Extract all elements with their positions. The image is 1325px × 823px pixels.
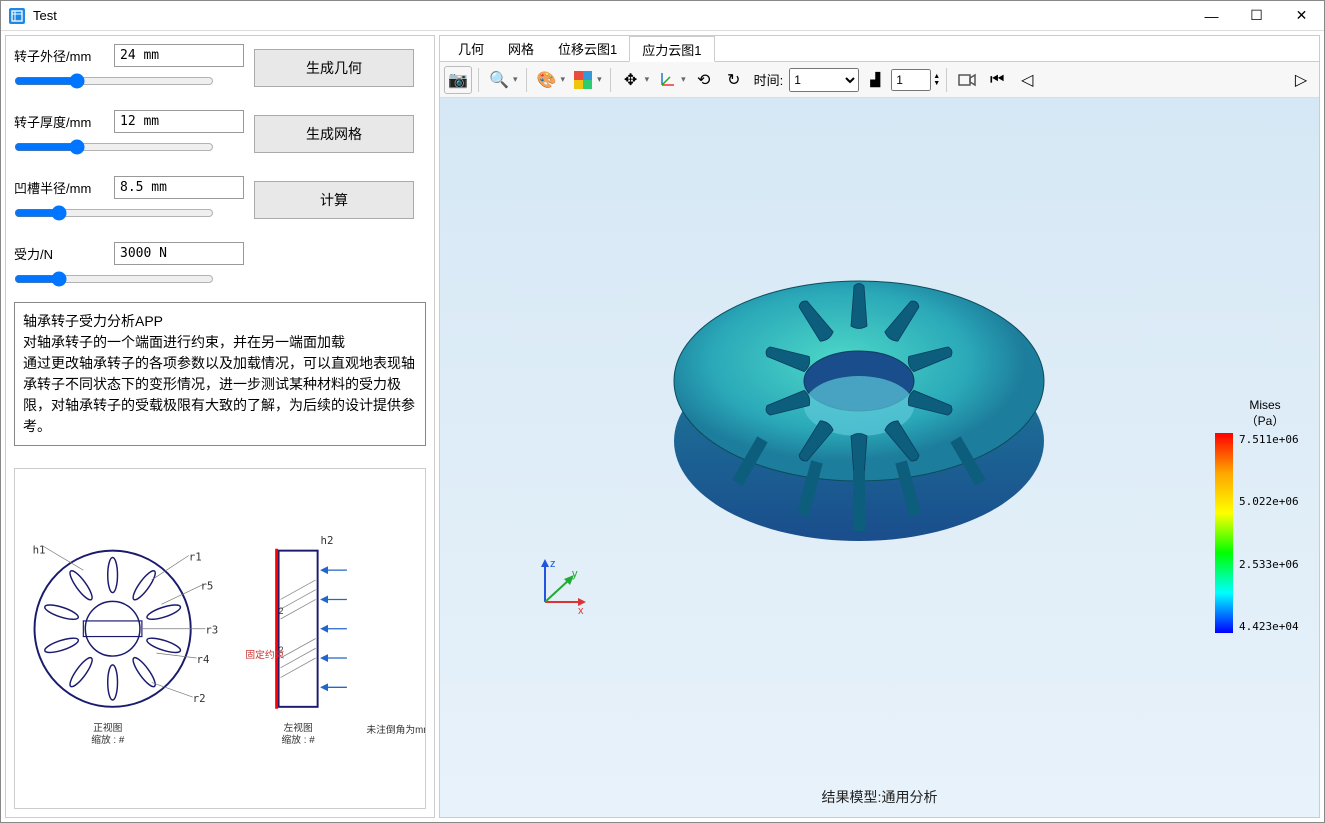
step-spinner[interactable]: ▲▼ [933,73,940,87]
rotate-icon[interactable]: ↻ [720,66,748,94]
axes-dropdown-icon[interactable]: ▾ [679,72,688,87]
svg-text:h2: h2 [321,534,334,547]
params-panel: 转子外径/mm 生成几何 转子厚度/mm 生成网格 凹槽半径/mm 计算 受力/… [5,35,435,818]
svg-text:z: z [550,558,556,570]
svg-text:y: y [572,568,578,580]
move-dropdown-icon[interactable]: ▾ [643,72,652,87]
axes-icon[interactable] [653,66,681,94]
svg-text:h1: h1 [33,544,46,557]
skip-start-icon[interactable]: ⏮ [983,66,1011,94]
legend-tick: 2.533e+06 [1239,558,1299,571]
result-panel: 几何 网格 位移云图1 应力云图1 📷 🔍▾ 🎨▾ ▾ ✥▾ ▾ ⟲ [439,35,1320,818]
legend-colorbar: 7.511e+06 5.022e+06 2.533e+06 4.423e+04 [1215,433,1233,633]
force-slider[interactable] [14,271,214,287]
force-input[interactable] [114,242,244,265]
groove-input[interactable] [114,176,244,199]
tab-displacement[interactable]: 位移云图1 [546,36,629,61]
svg-text:正视图: 正视图 [93,721,122,734]
close-button[interactable]: ✕ [1279,1,1324,31]
step-input[interactable] [891,69,931,91]
svg-text:左视图: 左视图 [283,721,312,734]
description-text: 轴承转子受力分析APP 对轴承转子的一个端面进行约束，并在另一端面加载 通过更改… [14,302,426,446]
rotor-model [649,206,1069,626]
titlebar: Test — ☐ ✕ [1,1,1324,31]
palette-dropdown-icon[interactable]: ▾ [559,72,568,87]
thickness-slider[interactable] [14,139,214,155]
tab-geometry[interactable]: 几何 [446,36,496,61]
svg-text:未注倒角为mm: 未注倒角为mm [366,723,425,736]
groove-label: 凹槽半径/mm [14,178,104,197]
calculate-button[interactable]: 计算 [254,181,414,219]
legend-title: Mises [1215,398,1315,412]
app-window: Test — ☐ ✕ 转子外径/mm 生成几何 转子厚度/mm 生成网格 凹槽半… [0,0,1325,823]
time-label: 时间: [754,70,784,89]
thickness-label: 转子厚度/mm [14,112,104,131]
app-icon [9,8,25,24]
thickness-input[interactable] [114,110,244,133]
tab-stress[interactable]: 应力云图1 [629,36,714,62]
legend-unit: （Pa） [1215,412,1315,429]
legend-tick: 7.511e+06 [1239,433,1299,446]
result-model-label: 结果模型:通用分析 [822,787,938,807]
legend-tick: 4.423e+04 [1239,620,1299,633]
camera-icon[interactable]: 📷 [444,66,472,94]
reset-view-icon[interactable]: ⟲ [690,66,718,94]
svg-text:缩放 : #: 缩放 : # [282,733,316,746]
svg-text:缩放 : #: 缩放 : # [91,733,125,746]
groove-slider[interactable] [14,205,214,221]
palette-icon[interactable]: 🎨 [533,66,561,94]
svg-text:2: 2 [279,606,284,616]
video-icon[interactable] [953,66,981,94]
outer-radius-label: 转子外径/mm [14,46,104,65]
generate-mesh-button[interactable]: 生成网格 [254,115,414,153]
svg-text:r2: r2 [193,692,206,705]
tab-mesh[interactable]: 网格 [496,36,546,61]
viewport-toolbar: 📷 🔍▾ 🎨▾ ▾ ✥▾ ▾ ⟲ ↻ 时间: 1 ▟ [440,62,1319,98]
outer-radius-slider[interactable] [14,73,214,89]
result-tabs: 几何 网格 位移云图1 应力云图1 [440,36,1319,62]
minimize-button[interactable]: — [1189,1,1234,31]
force-label: 受力/N [14,244,104,263]
more-icon[interactable]: ▷ [1287,66,1315,94]
svg-text:r4: r4 [197,653,210,666]
axes-indicator: z x y [530,557,590,617]
window-title: Test [33,8,1189,23]
legend-tick: 5.022e+06 [1239,495,1299,508]
zoom-dropdown-icon[interactable]: ▾ [511,72,520,87]
schematic-diagram: h1 r1 r5 r3 r4 r2 h2 [14,468,426,809]
end-icon[interactable]: ▟ [861,66,889,94]
svg-text:r3: r3 [205,624,218,637]
maximize-button[interactable]: ☐ [1234,1,1279,31]
zoom-icon[interactable]: 🔍 [485,66,513,94]
svg-text:r5: r5 [200,580,213,593]
svg-text:x: x [578,605,584,617]
outer-radius-input[interactable] [114,44,244,67]
color-legend: Mises （Pa） 7.511e+06 5.022e+06 2.533e+06… [1215,398,1315,637]
svg-text:固定约束: 固定约束 [245,648,284,661]
step-back-icon[interactable]: ◁ [1013,66,1041,94]
cube-icon[interactable] [569,66,597,94]
move-icon[interactable]: ✥ [617,66,645,94]
cube-dropdown-icon[interactable]: ▾ [595,72,604,87]
viewport-3d[interactable]: z x y Mises （Pa） 7.511e+06 5.022e+06 [440,98,1319,817]
svg-text:r1: r1 [189,550,202,563]
time-select[interactable]: 1 [789,68,859,92]
generate-geometry-button[interactable]: 生成几何 [254,49,414,87]
